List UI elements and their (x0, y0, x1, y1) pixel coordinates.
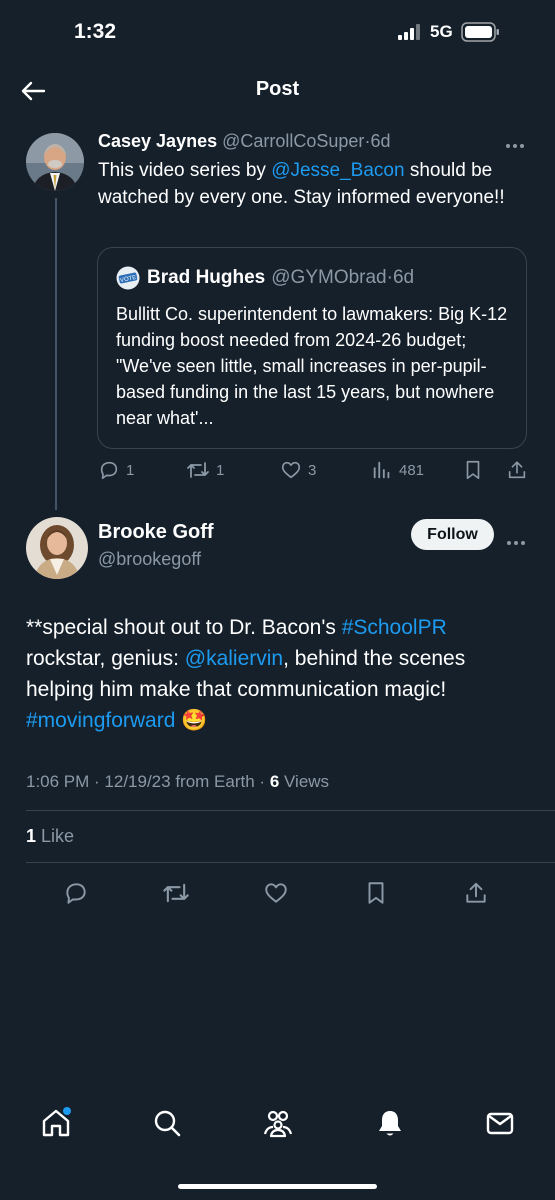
back-arrow-icon (21, 81, 46, 101)
back-button[interactable] (18, 76, 48, 106)
quote-card[interactable]: VOTE Brad Hughes @GYMObrad · 6d Bullitt Co… (97, 247, 527, 449)
thread-line (55, 198, 57, 510)
quote-text: Bullitt Co. superintendent to lawmakers:… (116, 304, 508, 428)
author-handle[interactable]: @brookegoff (98, 549, 201, 570)
tab-messages[interactable] (484, 1107, 516, 1139)
reply-button[interactable]: 1 (98, 459, 134, 481)
main-tweet-text: **special shout out to Dr. Bacon's #Scho… (26, 612, 526, 736)
search-icon (154, 1110, 181, 1137)
tweet-text-part: **special shout out to Dr. Bacon's (26, 616, 342, 639)
share-button[interactable] (463, 880, 489, 911)
like-icon (265, 883, 287, 903)
share-button[interactable] (506, 459, 528, 481)
repost-count: 1 (216, 461, 225, 479)
bookmark-icon (368, 882, 384, 904)
author-handle[interactable]: @CarrollCoSuper (222, 131, 364, 151)
author-name[interactable]: Casey Jaynes (98, 131, 217, 151)
like-button[interactable]: 3 (280, 459, 316, 481)
tweet-text-part: This video series by (98, 160, 272, 181)
avatar[interactable] (26, 517, 88, 579)
repost-icon (163, 883, 189, 903)
hashtag-link[interactable]: #movingforward (26, 709, 175, 732)
avatar-brooke-goff (26, 517, 88, 579)
tab-home[interactable] (40, 1107, 72, 1139)
page-title: Post (255, 78, 300, 100)
post-time: 1:06 PM (26, 772, 90, 791)
avatar-casey-jaynes (26, 133, 84, 191)
mention-link[interactable]: @kaliervin (185, 647, 283, 670)
avatar[interactable] (26, 133, 84, 191)
separator-dot: · (254, 772, 270, 791)
quote-time-ago: 6d (392, 267, 415, 288)
communities-icon (263, 1110, 293, 1138)
views-icon (373, 461, 390, 479)
repost-button[interactable] (162, 880, 190, 911)
follow-button[interactable]: Follow (411, 519, 494, 550)
quote-avatar-icon: VOTE (116, 266, 140, 290)
repost-icon (187, 462, 209, 478)
like-count: 1 (26, 826, 37, 846)
author-name[interactable]: Brooke Goff (98, 521, 214, 544)
views-count[interactable]: 6 (270, 772, 279, 791)
tweet-text-part: rockstar, genius: (26, 647, 185, 670)
bookmark-button[interactable] (463, 459, 483, 481)
status-indicators: 5G (398, 22, 501, 42)
divider (26, 862, 555, 863)
quote-author-name: Brad Hughes (147, 267, 266, 288)
reply-count: 1 (126, 461, 135, 479)
post-source: from Earth (170, 772, 255, 791)
like-count: 3 (308, 461, 317, 479)
tab-notifications[interactable] (374, 1107, 406, 1139)
like-label: Like (36, 826, 75, 846)
bookmark-button[interactable] (364, 880, 388, 911)
hashtag-link[interactable]: #SchoolPR (342, 616, 447, 639)
more-options-button[interactable] (506, 530, 526, 551)
share-icon (466, 882, 486, 903)
notifications-icon (379, 1111, 401, 1136)
home-icon (42, 1107, 71, 1137)
share-icon (508, 461, 526, 479)
reply-icon (66, 883, 86, 904)
emoji: 🤩 (181, 709, 208, 732)
quote-header: VOTE Brad Hughes @GYMObrad · 6d (116, 266, 414, 290)
views-button[interactable]: 481 (371, 459, 424, 481)
bookmark-icon (466, 460, 480, 480)
repost-button[interactable]: 1 (186, 459, 224, 481)
battery-icon (460, 22, 499, 42)
like-icon (281, 461, 301, 479)
signal-icon (398, 24, 420, 40)
mention-link[interactable]: @Jesse_Bacon (271, 160, 404, 181)
home-indicator (178, 1184, 377, 1189)
reply-icon (100, 461, 118, 480)
parent-tweet-text: This video series by @Jesse_Bacon should… (98, 157, 528, 211)
parent-tweet-header: Casey Jaynes @CarrollCoSuper·6d (98, 131, 390, 152)
quote-author-handle: @GYMObrad (271, 267, 387, 288)
more-icon (506, 144, 524, 148)
more-options-button[interactable] (505, 133, 525, 154)
views-label: Views (279, 772, 330, 791)
likes-summary[interactable]: 1 Like (26, 826, 74, 847)
divider (26, 810, 555, 811)
status-time: 1:32 (74, 20, 117, 43)
views-count: 481 (399, 461, 425, 479)
more-icon (507, 541, 525, 545)
network-type: 5G (430, 22, 453, 41)
post-date: 12/19/23 (104, 772, 171, 791)
separator-dot: · (89, 772, 105, 791)
messages-icon (486, 1112, 514, 1135)
time-ago[interactable]: 6d (370, 131, 390, 151)
like-button[interactable] (263, 880, 289, 911)
reply-button[interactable] (63, 880, 89, 911)
tab-search[interactable] (151, 1107, 183, 1139)
tab-communities[interactable] (262, 1107, 294, 1139)
tweet-meta: 1:06 PM · 12/19/23 from Earth · 6 Views (26, 772, 329, 792)
